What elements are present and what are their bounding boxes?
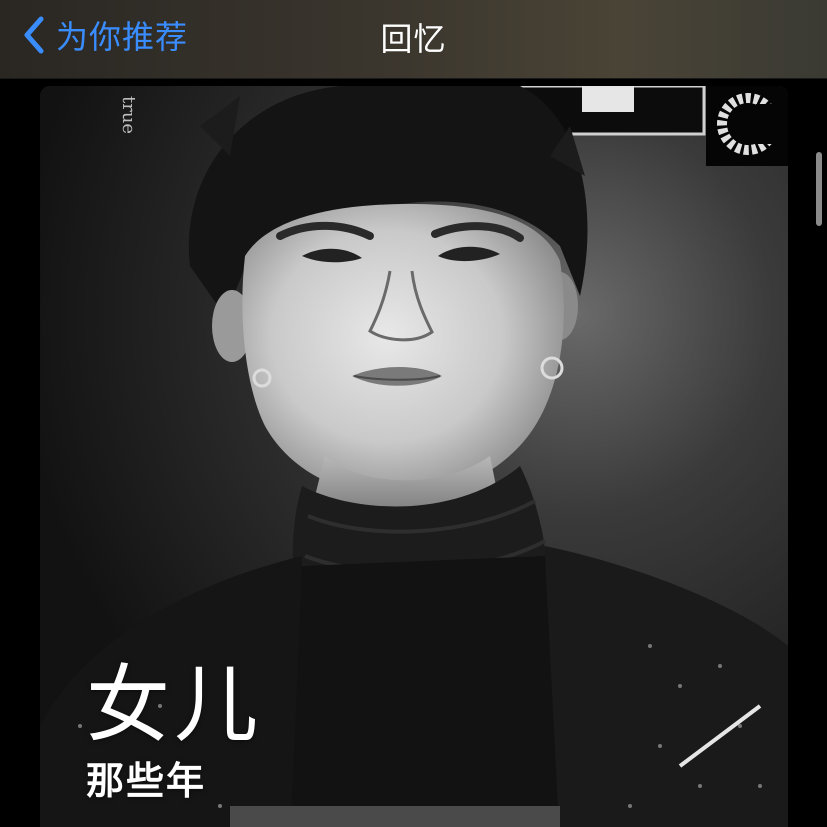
page-title: 回忆 <box>380 20 447 58</box>
navigation-bar: 为你推荐 回忆 <box>0 0 827 79</box>
scroll-indicator[interactable] <box>816 152 822 226</box>
poster-text: true <box>118 96 139 135</box>
memory-subtitle: 那些年 <box>86 759 207 803</box>
memory-title: 女儿 <box>86 656 263 754</box>
memory-card[interactable]: true 女儿 那些年 <box>40 86 788 827</box>
memories-screen: 为你推荐 回忆 true 女儿 那些年 <box>0 0 827 827</box>
